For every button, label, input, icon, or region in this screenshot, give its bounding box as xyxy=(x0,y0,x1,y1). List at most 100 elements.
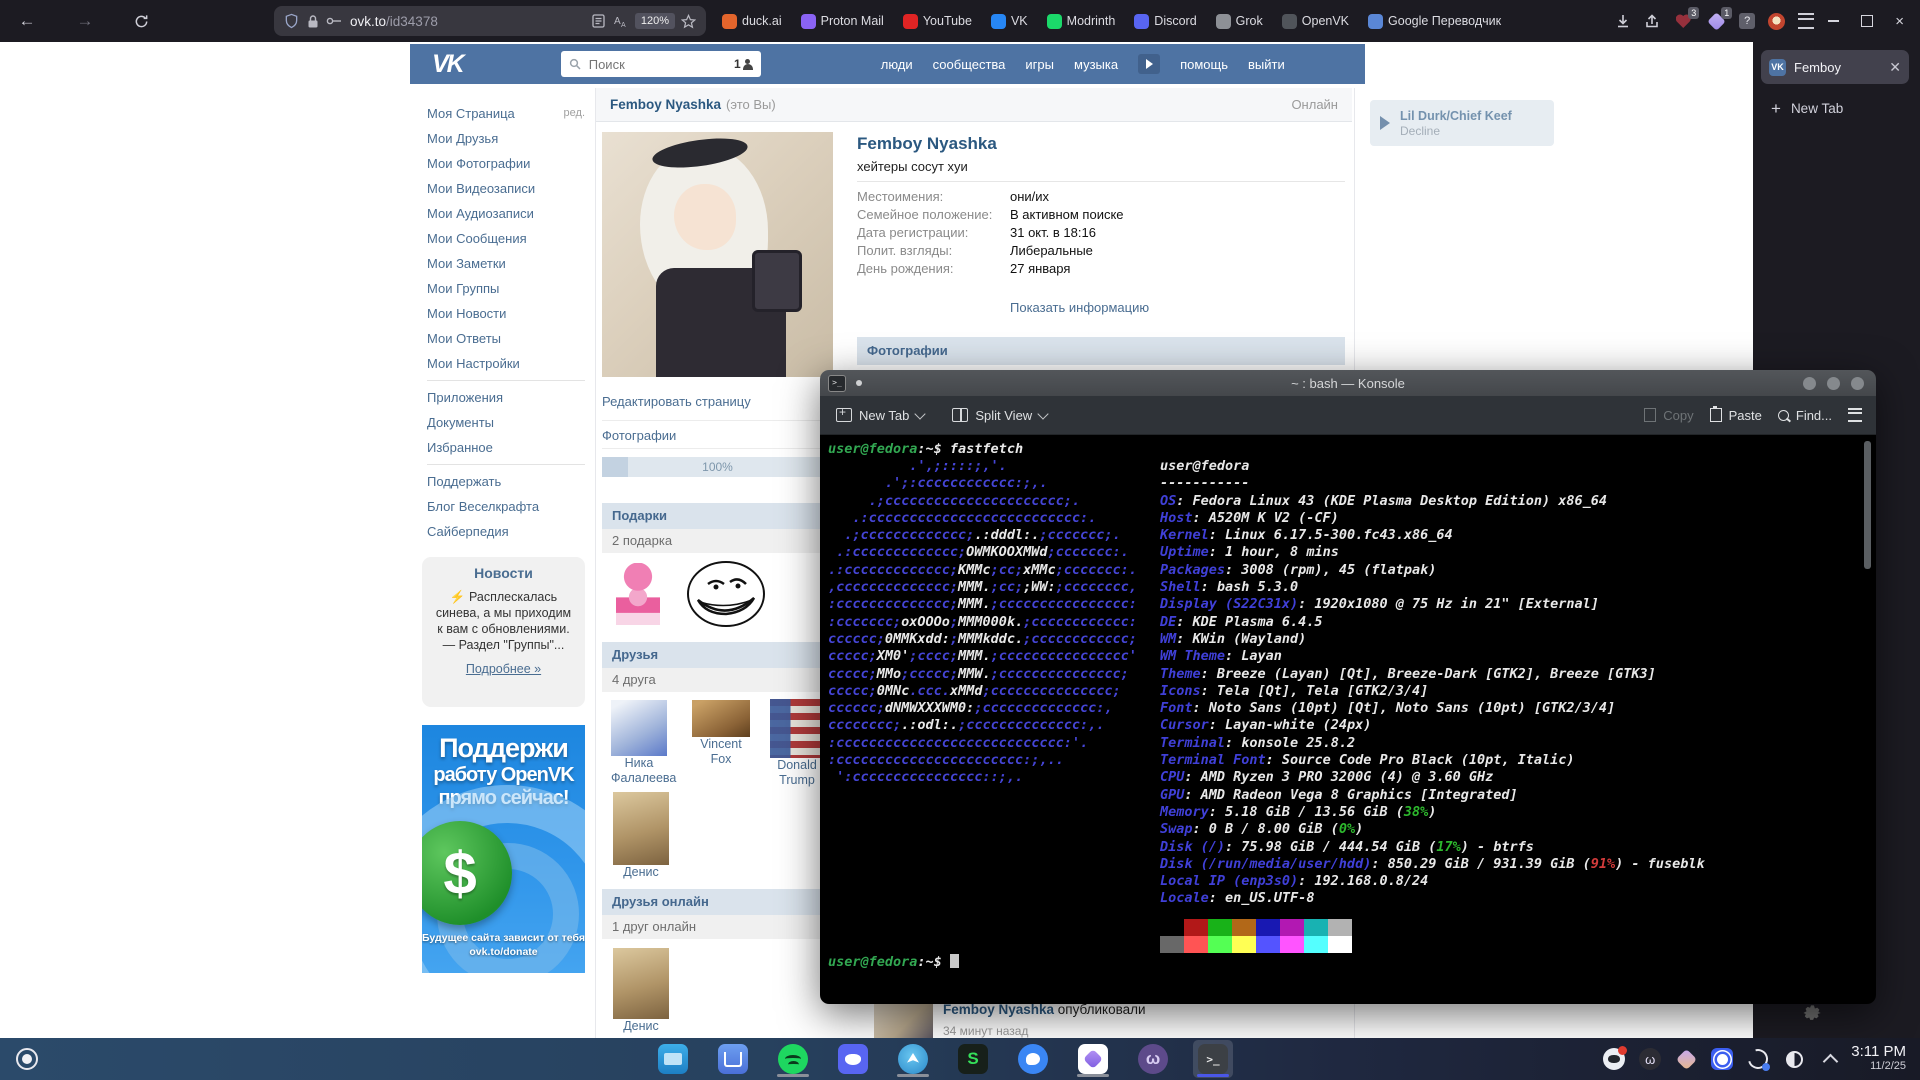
sidebar-link[interactable]: Моя Страница xyxy=(427,101,564,126)
sidebar-link[interactable]: Мои Сообщения xyxy=(427,226,585,251)
tray-update-tray[interactable] xyxy=(1747,1048,1769,1070)
url-bar[interactable]: ovk.to/id34378 AA 120% xyxy=(274,6,706,36)
play-icon[interactable] xyxy=(1380,116,1390,130)
bookmark-item[interactable]: YouTube xyxy=(903,14,972,29)
toolbar-menu-button[interactable] xyxy=(1848,408,1862,422)
minimize-button[interactable] xyxy=(1803,377,1816,390)
account-avatar-icon[interactable] xyxy=(1768,13,1785,30)
friends-section-header[interactable]: Друзья xyxy=(602,642,833,668)
permissions-icon[interactable] xyxy=(326,15,342,27)
vk-nav-link[interactable]: люди xyxy=(881,57,913,72)
sidebar-link[interactable]: Блог Веселкрафта xyxy=(427,494,585,519)
friend-card[interactable]: Денис xyxy=(613,792,669,880)
taskbar-app-signal[interactable] xyxy=(1013,1040,1053,1078)
reader-mode-icon[interactable] xyxy=(592,14,605,28)
maximize-button[interactable] xyxy=(1827,377,1840,390)
sidebar-link[interactable]: Мои Фотографии xyxy=(427,151,585,176)
menu-hamburger-icon[interactable] xyxy=(1798,13,1814,29)
new-tab-button[interactable]: + New Tab xyxy=(1761,94,1909,122)
taskbar-app-spotube[interactable] xyxy=(953,1040,993,1078)
show-info-link[interactable]: Показать информацию xyxy=(1010,300,1149,315)
vk-nav-link[interactable]: помощь xyxy=(1180,57,1228,72)
friend-avatar[interactable] xyxy=(611,700,667,756)
forward-button[interactable]: → xyxy=(72,8,98,34)
search-input[interactable] xyxy=(587,56,728,73)
friends-online-header[interactable]: Друзья онлайн xyxy=(602,889,833,915)
tray-kde-accent-tray[interactable] xyxy=(1711,1048,1733,1070)
downloads-icon[interactable] xyxy=(1615,13,1631,29)
bookmark-item[interactable]: Proton Mail xyxy=(801,14,884,29)
url-text[interactable]: ovk.to/id34378 xyxy=(350,14,592,29)
taskbar-app-discord[interactable] xyxy=(833,1040,873,1078)
app-launcher-button[interactable] xyxy=(16,1048,38,1070)
sidebar-link[interactable]: Документы xyxy=(427,410,585,435)
tray-diamond-tray[interactable] xyxy=(1675,1048,1697,1070)
bookmark-item[interactable]: Grok xyxy=(1216,14,1263,29)
profile-avatar-image[interactable] xyxy=(602,132,833,377)
friend-name[interactable]: Fox xyxy=(692,752,750,767)
vk-nav-link[interactable]: выйти xyxy=(1248,57,1285,72)
sidebar-link[interactable]: Мои Ответы xyxy=(427,326,585,351)
sidebar-link[interactable]: Мои Заметки xyxy=(427,251,585,276)
chevron-down-icon[interactable] xyxy=(1038,408,1049,419)
profile-status[interactable]: хейтеры сосут хуи xyxy=(857,159,968,174)
friend-card[interactable]: НикаФалалеева xyxy=(611,700,667,786)
sidebar-link[interactable]: Мои Настройки xyxy=(427,351,585,376)
sidebar-link[interactable]: Мои Аудиозаписи xyxy=(427,201,585,226)
friend-avatar[interactable] xyxy=(613,948,669,1019)
post-timestamp[interactable]: 34 минут назад xyxy=(943,1024,1028,1038)
friend-name[interactable]: Donald xyxy=(770,758,824,773)
close-button[interactable] xyxy=(1851,377,1864,390)
close-button[interactable]: × xyxy=(1895,14,1904,29)
donate-ad-banner[interactable]: Поддержи работу OpenVK прямо сейчас! $ Б… xyxy=(422,725,585,973)
maximize-button[interactable] xyxy=(1861,15,1873,27)
sidebar-link[interactable]: Сайберпедия xyxy=(427,519,585,544)
back-button[interactable]: ← xyxy=(14,8,40,34)
vk-logo[interactable]: VK xyxy=(432,50,463,79)
friend-name[interactable]: Денис xyxy=(613,1019,669,1034)
friend-avatar[interactable] xyxy=(770,699,824,758)
tracking-shield-icon[interactable] xyxy=(284,13,299,29)
reload-button[interactable] xyxy=(128,8,154,34)
terminal-screen[interactable]: user@fedora:~$ fastfetch .',;::::;,'. .'… xyxy=(820,435,1876,1004)
sidebar-link[interactable]: Избранное xyxy=(427,435,585,460)
gifts-section-header[interactable]: Подарки xyxy=(602,503,833,529)
gift-trollface-image[interactable] xyxy=(686,560,766,628)
find-button[interactable]: Find... xyxy=(1778,408,1832,423)
friend-name[interactable]: Trump xyxy=(770,773,824,788)
taskbar-app-dolphin[interactable] xyxy=(653,1040,693,1078)
friend-name[interactable]: Денис xyxy=(613,865,669,880)
tab-close-icon[interactable]: ✕ xyxy=(1889,59,1901,76)
split-view-button[interactable]: Split View xyxy=(952,408,1047,423)
sidebar-link[interactable]: Приложения xyxy=(427,385,585,410)
sidebar-link[interactable]: Мои Друзья xyxy=(427,126,585,151)
vk-search-box[interactable]: 1 xyxy=(561,51,761,77)
konsole-titlebar[interactable]: >_ ~ : bash — Konsole xyxy=(820,370,1876,396)
copy-button[interactable]: Copy xyxy=(1644,408,1693,423)
friend-name[interactable]: Vincent xyxy=(692,737,750,752)
share-icon[interactable] xyxy=(1644,13,1660,29)
sidebar-link[interactable]: Мои Новости xyxy=(427,301,585,326)
nav-expand-button[interactable] xyxy=(1138,54,1160,74)
taskbar-app-librewolf[interactable] xyxy=(893,1040,933,1078)
vk-nav-link[interactable]: музыка xyxy=(1074,57,1118,72)
vk-nav-link[interactable]: сообщества xyxy=(933,57,1006,72)
new-tab-button[interactable]: New Tab xyxy=(836,408,924,423)
audio-attachment[interactable]: Lil Durk/Chief Keef Decline xyxy=(1370,100,1554,146)
photos-section-header[interactable]: Фотографии xyxy=(857,337,1345,365)
post-author-link[interactable]: Femboy Nyashka xyxy=(943,1002,1054,1017)
gift-chibi-image[interactable] xyxy=(616,563,660,625)
edit-page-link[interactable]: Редактировать страницу xyxy=(602,394,751,409)
online-friend-card[interactable]: Денис xyxy=(613,948,669,1034)
friend-avatar[interactable] xyxy=(692,700,750,737)
tray-brightness-tray[interactable] xyxy=(1783,1048,1805,1070)
lock-icon[interactable] xyxy=(307,14,319,29)
extension-heart[interactable]: 3 xyxy=(1673,11,1693,31)
taskbar-app-discover[interactable] xyxy=(713,1040,753,1078)
friend-card[interactable]: DonaldTrump xyxy=(770,699,824,788)
bookmark-item[interactable]: OpenVK xyxy=(1282,14,1349,29)
tray-mustache-tray[interactable]: ω xyxy=(1639,1048,1661,1070)
sidebar-link[interactable]: Мои Группы xyxy=(427,276,585,301)
clock-widget[interactable]: 3:11 PM 11/2/25 xyxy=(1851,1044,1906,1074)
taskbar-app-spotify[interactable] xyxy=(773,1040,813,1078)
